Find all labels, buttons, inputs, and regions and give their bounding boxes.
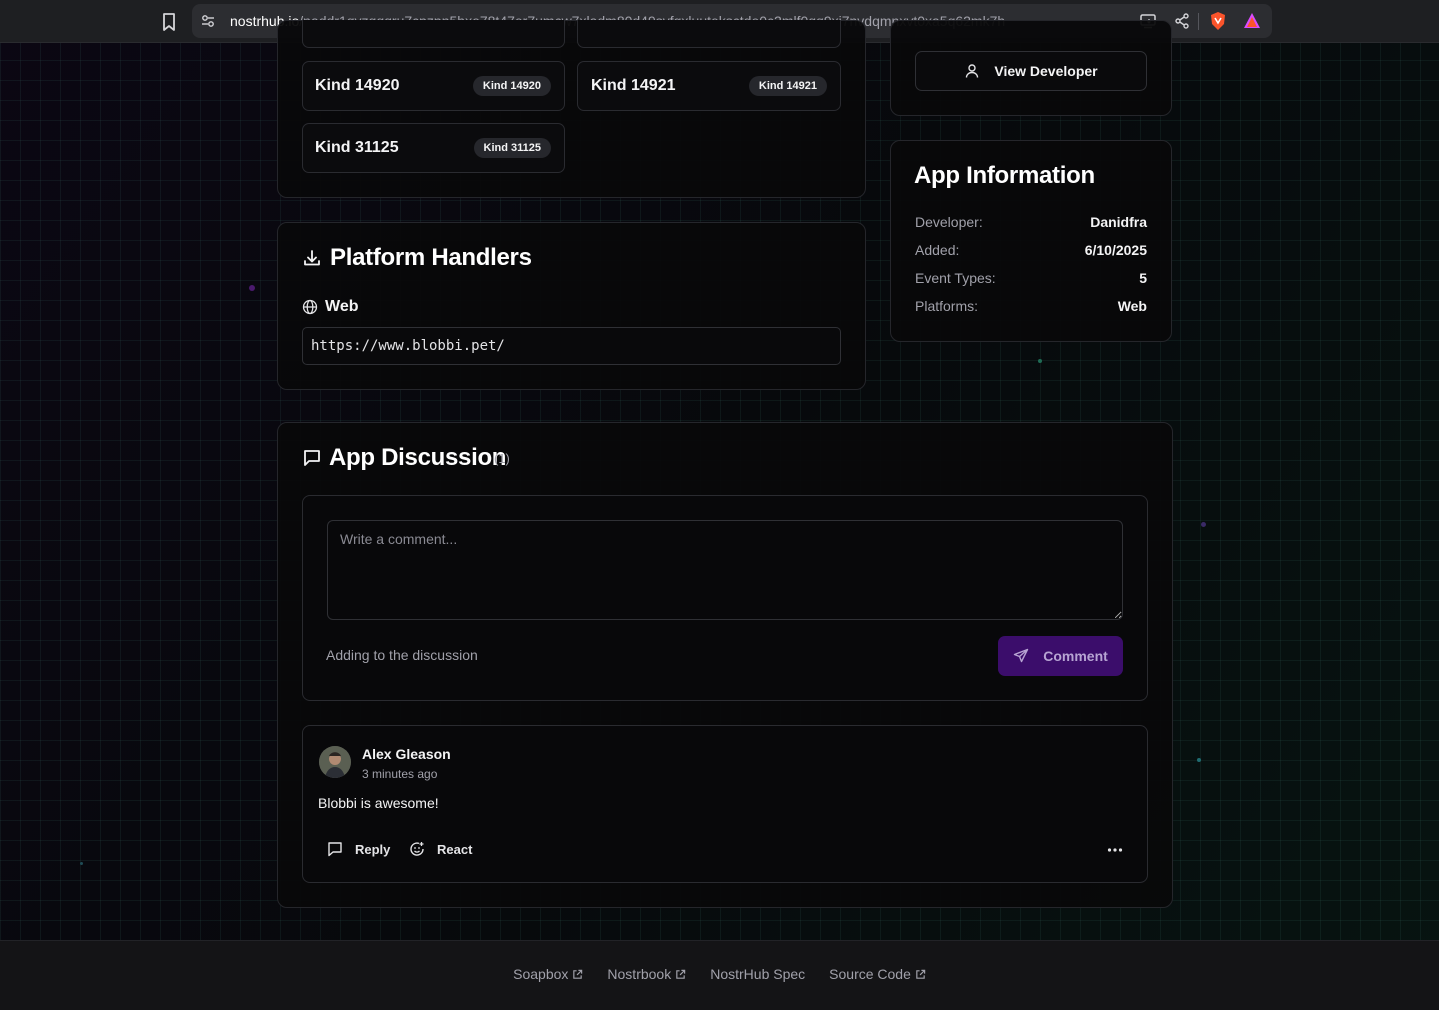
kind-badge: Kind 14920 [472, 76, 551, 96]
footer-link-label: Source Code [829, 966, 911, 982]
kind-title: Kind 14920 [315, 77, 400, 94]
decor-dot [80, 862, 83, 865]
external-link-icon [573, 969, 583, 979]
footer-link-label: Nostrbook [607, 966, 672, 982]
decor-dot [1038, 359, 1042, 363]
toolbar-divider [1198, 13, 1199, 30]
comment-button[interactable]: Comment [998, 636, 1123, 676]
comment-input[interactable] [327, 520, 1123, 620]
view-developer-label: View Developer [994, 63, 1098, 79]
footer-link-nostrbook[interactable]: Nostrbook [607, 966, 686, 982]
external-link-icon [676, 969, 686, 979]
platform-handlers-title: Platform Handlers [330, 244, 532, 271]
kind-title: Kind 31125 [315, 139, 399, 156]
send-icon [1014, 648, 1029, 663]
footer-link-soapbox[interactable]: Soapbox [513, 966, 583, 982]
brave-rewards-icon[interactable] [1242, 11, 1262, 31]
avatar[interactable] [319, 746, 351, 778]
info-label: Developer: [915, 214, 983, 230]
info-value-platforms: Web [1117, 298, 1147, 314]
kind-badge: Kind 14921 [748, 76, 827, 96]
react-button[interactable]: React [409, 841, 472, 857]
info-label: Event Types: [915, 270, 996, 286]
footer-link-source-code[interactable]: Source Code [829, 966, 926, 982]
decor-dot [249, 285, 255, 291]
reply-label: Reply [355, 841, 391, 857]
kind-card-partial [302, 20, 565, 48]
discussion-count: (1) [494, 451, 510, 466]
kind-card: Kind 14921 Kind 14921 [577, 61, 841, 111]
decor-dot [1201, 522, 1206, 527]
footer-links: Soapbox Nostrbook NostrHub Spec Source C… [0, 966, 1439, 982]
footer-link-label: Soapbox [513, 966, 569, 982]
kind-badge: Kind 31125 [473, 138, 551, 158]
bookmark-icon[interactable] [160, 12, 178, 32]
platform-name: Web [325, 298, 359, 315]
brave-shield-icon[interactable] [1208, 11, 1228, 31]
comment-text: Blobbi is awesome! [318, 795, 439, 811]
info-label: Platforms: [915, 298, 979, 314]
footer-link-label: NostrHub Spec [710, 966, 806, 982]
composer-helper-text: Adding to the discussion [326, 647, 478, 663]
comment-time: 3 minutes ago [362, 767, 438, 781]
smile-plus-icon [410, 842, 424, 856]
info-value-event-types: 5 [1139, 270, 1147, 286]
info-value-added: 6/10/2025 [1084, 242, 1147, 258]
info-value-developer: Danidfra [1090, 214, 1147, 230]
site-settings-icon[interactable] [200, 13, 216, 29]
kind-card: Kind 14920 Kind 14920 [302, 61, 565, 111]
kind-card: Kind 31125 Kind 31125 [302, 123, 565, 173]
app-information-title: App Information [914, 162, 1095, 189]
external-link-icon [916, 969, 926, 979]
footer-link-nostrhub-spec[interactable]: NostrHub Spec [710, 966, 805, 982]
message-square-icon [304, 450, 320, 466]
more-options-icon[interactable] [1107, 846, 1123, 854]
reply-icon [328, 842, 342, 857]
react-label: React [437, 841, 473, 857]
download-icon [304, 250, 320, 266]
user-icon [966, 64, 979, 78]
kind-title: Kind 14921 [591, 77, 676, 94]
share-icon[interactable] [1173, 12, 1191, 30]
info-label: Added: [915, 242, 960, 258]
comment-button-label: Comment [1043, 648, 1108, 664]
reply-button[interactable]: Reply [327, 841, 390, 857]
app-discussion-title: App Discussion [329, 444, 507, 471]
globe-icon [302, 299, 318, 315]
kind-card-partial [577, 20, 841, 48]
platform-url[interactable]: https://www.blobbi.pet/ [302, 327, 841, 365]
decor-dot [1197, 758, 1201, 762]
comment-author[interactable]: Alex Gleason [362, 746, 451, 762]
view-developer-button[interactable]: View Developer [915, 51, 1147, 91]
